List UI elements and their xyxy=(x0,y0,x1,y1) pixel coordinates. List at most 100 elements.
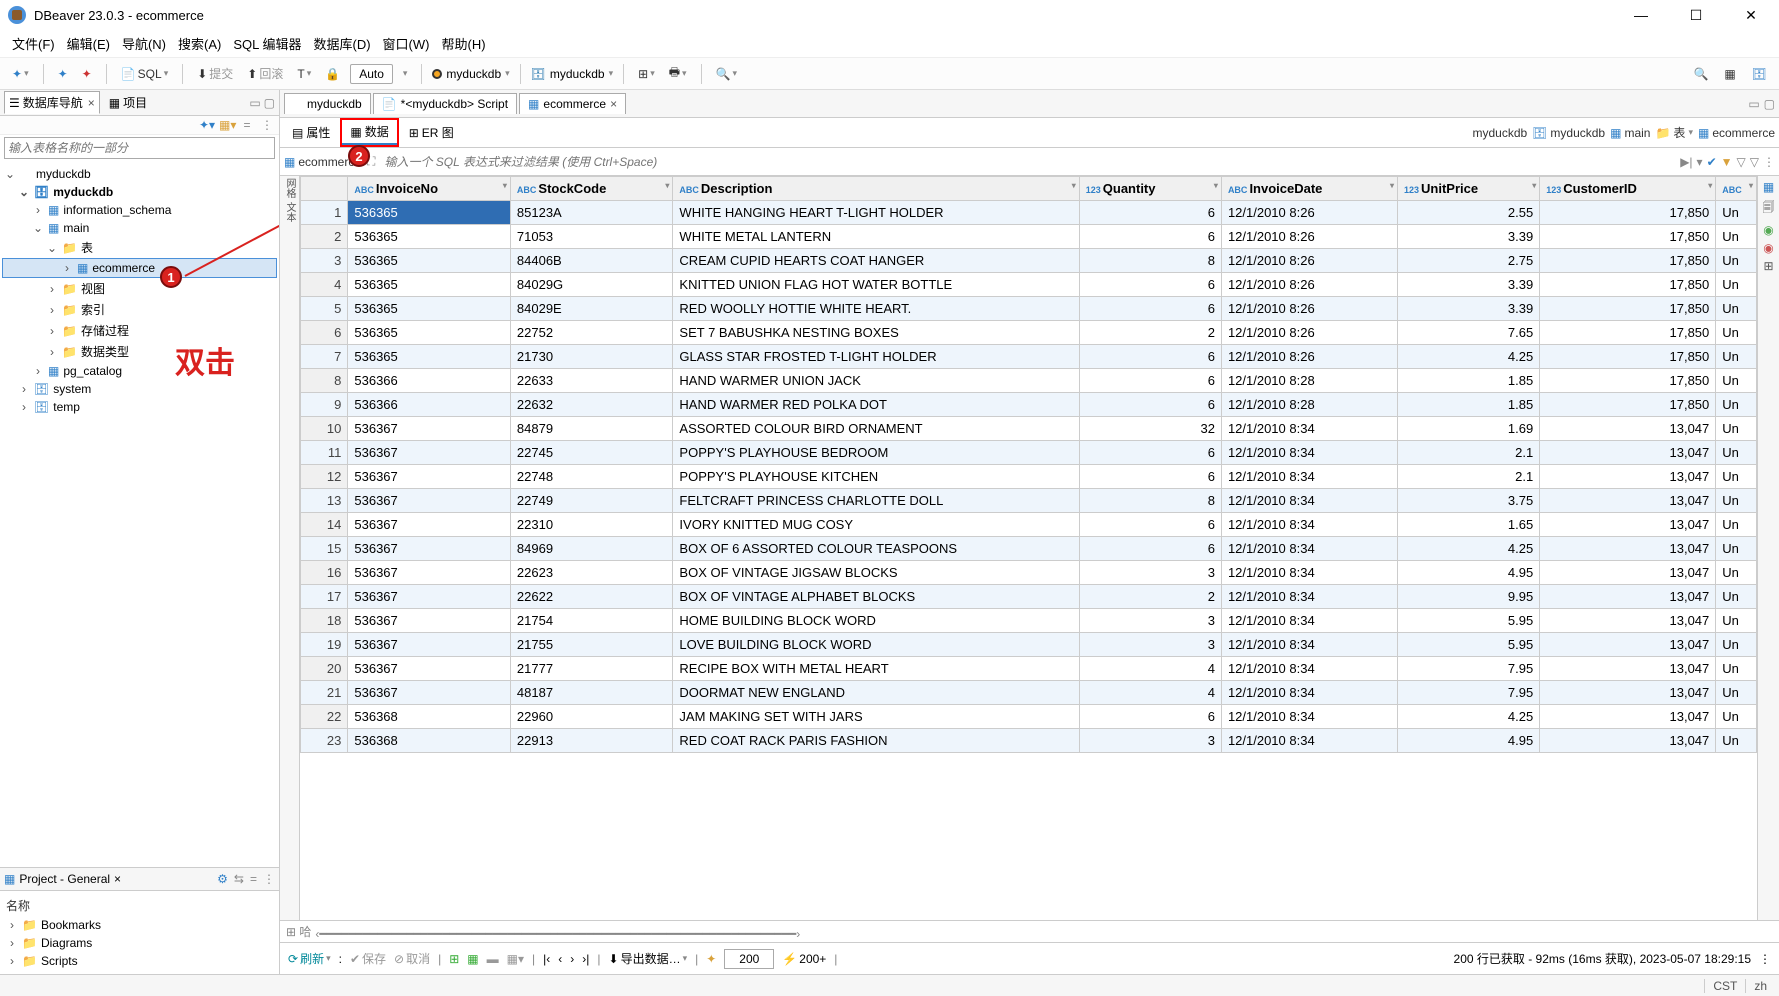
cell[interactable]: 1.69 xyxy=(1398,417,1540,441)
tree-node-temp[interactable]: ›🗄temp xyxy=(2,398,277,416)
cell[interactable]: 5.95 xyxy=(1398,609,1540,633)
row-number[interactable]: 22 xyxy=(301,705,348,729)
cell[interactable]: 21730 xyxy=(510,345,673,369)
row-number[interactable]: 17 xyxy=(301,585,348,609)
cell[interactable]: HAND WARMER RED POLKA DOT xyxy=(673,393,1079,417)
cell[interactable]: 21754 xyxy=(510,609,673,633)
cell[interactable]: 536366 xyxy=(348,393,511,417)
cell[interactable]: 2.1 xyxy=(1398,441,1540,465)
row-number[interactable]: 8 xyxy=(301,369,348,393)
column-header[interactable]: ABCStockCode▾ xyxy=(510,177,673,201)
cell[interactable]: 12/1/2010 8:34 xyxy=(1221,561,1397,585)
cell[interactable]: 85123A xyxy=(510,201,673,225)
table-row[interactable]: 1853636721754HOME BUILDING BLOCK WORD312… xyxy=(301,609,1757,633)
commit-mode-select[interactable]: Auto xyxy=(350,64,393,84)
subtab-properties[interactable]: ▤属性 xyxy=(284,121,338,144)
row-number[interactable]: 9 xyxy=(301,393,348,417)
cell[interactable]: 13,047 xyxy=(1540,465,1716,489)
cell[interactable]: 536367 xyxy=(348,489,511,513)
fetch-size-button[interactable]: ⚡200+ xyxy=(782,952,826,966)
cell[interactable]: Un xyxy=(1716,393,1757,417)
cell[interactable]: 536367 xyxy=(348,633,511,657)
table-row[interactable]: 453636584029GKNITTED UNION FLAG HOT WATE… xyxy=(301,273,1757,297)
cell[interactable]: Un xyxy=(1716,513,1757,537)
cell[interactable]: 17,850 xyxy=(1540,201,1716,225)
filter-clear-icon[interactable]: ▽ xyxy=(1750,155,1759,169)
connect-button[interactable]: ✦ xyxy=(54,65,72,83)
table-row[interactable]: 2253636822960JAM MAKING SET WITH JARS612… xyxy=(301,705,1757,729)
cell[interactable]: 22310 xyxy=(510,513,673,537)
cell[interactable]: RED WOOLLY HOTTIE WHITE HEART. xyxy=(673,297,1079,321)
cell[interactable]: 5.95 xyxy=(1398,633,1540,657)
cell[interactable]: POPPY'S PLAYHOUSE BEDROOM xyxy=(673,441,1079,465)
nav-refresh-icon[interactable]: ✦▾ xyxy=(199,118,215,132)
maximize-view-icon[interactable]: ▢ xyxy=(264,96,275,110)
cell[interactable]: 13,047 xyxy=(1540,609,1716,633)
menu-search[interactable]: 搜索(A) xyxy=(174,32,225,55)
cell[interactable]: 12/1/2010 8:34 xyxy=(1221,729,1397,753)
database-selector[interactable]: 🗄myduckdb xyxy=(531,67,613,81)
cell[interactable]: 12/1/2010 8:26 xyxy=(1221,273,1397,297)
sql-filter-input[interactable] xyxy=(381,152,1674,172)
cell[interactable]: 13,047 xyxy=(1540,585,1716,609)
tree-node-connection[interactable]: ⌄myduckdb xyxy=(2,165,277,183)
column-header[interactable]: 123Quantity▾ xyxy=(1079,177,1221,201)
table-row[interactable]: 853636622633HAND WARMER UNION JACK612/1/… xyxy=(301,369,1757,393)
cell[interactable]: 536367 xyxy=(348,537,511,561)
cell[interactable]: 13,047 xyxy=(1540,489,1716,513)
row-number[interactable]: 11 xyxy=(301,441,348,465)
crumb-connection[interactable]: myduckdb xyxy=(1459,126,1527,140)
first-page-button[interactable]: |‹ xyxy=(543,952,550,966)
close-icon[interactable]: × xyxy=(610,97,617,111)
cell[interactable]: 6 xyxy=(1079,465,1221,489)
cell[interactable]: 12/1/2010 8:34 xyxy=(1221,513,1397,537)
cell[interactable]: 12/1/2010 8:26 xyxy=(1221,225,1397,249)
cell[interactable]: 12/1/2010 8:34 xyxy=(1221,537,1397,561)
cell[interactable]: 17,850 xyxy=(1540,273,1716,297)
project-item-bookmarks[interactable]: ›📁Bookmarks xyxy=(4,916,275,934)
row-number[interactable]: 14 xyxy=(301,513,348,537)
minimize-view-icon[interactable]: ▭ xyxy=(249,96,260,110)
cell[interactable]: 22960 xyxy=(510,705,673,729)
table-row[interactable]: 353636584406BCREAM CUPID HEARTS COAT HAN… xyxy=(301,249,1757,273)
export-button[interactable]: ⬇导出数据… xyxy=(609,950,688,967)
cell[interactable]: 536365 xyxy=(348,249,511,273)
table-row[interactable]: 1153636722745POPPY'S PLAYHOUSE BEDROOM61… xyxy=(301,441,1757,465)
ref-panel-icon[interactable]: ◉ xyxy=(1763,241,1773,255)
cell[interactable]: 9.95 xyxy=(1398,585,1540,609)
cell[interactable]: 22633 xyxy=(510,369,673,393)
cell[interactable]: 17,850 xyxy=(1540,345,1716,369)
cell[interactable]: GLASS STAR FROSTED T-LIGHT HOLDER xyxy=(673,345,1079,369)
cell[interactable]: Un xyxy=(1716,249,1757,273)
cell[interactable]: JAM MAKING SET WITH JARS xyxy=(673,705,1079,729)
filter-color-icon[interactable]: ▼ xyxy=(1721,155,1733,169)
cell[interactable]: 536367 xyxy=(348,417,511,441)
prev-page-button[interactable]: ‹ xyxy=(558,952,562,966)
rollback-button[interactable]: ⬆回滚 xyxy=(243,63,287,84)
cell[interactable]: Un xyxy=(1716,417,1757,441)
table-row[interactable]: 2153636748187DOORMAT NEW ENGLAND412/1/20… xyxy=(301,681,1757,705)
cell[interactable]: 12/1/2010 8:28 xyxy=(1221,393,1397,417)
sql-editor-button[interactable]: 📄SQL xyxy=(117,65,173,83)
schema-button[interactable]: ⊞ xyxy=(634,65,659,83)
menu-sql-editor[interactable]: SQL 编辑器 xyxy=(229,32,305,55)
cell[interactable]: 17,850 xyxy=(1540,369,1716,393)
cell[interactable]: Un xyxy=(1716,321,1757,345)
nav-menu-icon[interactable]: ⋮ xyxy=(259,118,275,132)
cell[interactable]: 12/1/2010 8:34 xyxy=(1221,609,1397,633)
cell[interactable]: 536367 xyxy=(348,465,511,489)
cell[interactable]: 536365 xyxy=(348,297,511,321)
cell[interactable]: 6 xyxy=(1079,201,1221,225)
cell[interactable]: 2 xyxy=(1079,321,1221,345)
cell[interactable]: 22623 xyxy=(510,561,673,585)
cell[interactable]: 6 xyxy=(1079,273,1221,297)
filter-apply-icon[interactable]: ▶| xyxy=(1680,155,1692,169)
cell[interactable]: 84406B xyxy=(510,249,673,273)
close-icon[interactable]: × xyxy=(114,872,121,886)
cell[interactable]: 12/1/2010 8:26 xyxy=(1221,297,1397,321)
cell[interactable]: 2 xyxy=(1079,585,1221,609)
h-scrollbar[interactable]: ‹━━━━━━━━━━━━━━━━━━━━━━━━━━━━━━━━━━━━━━━… xyxy=(315,927,1773,937)
tree-node-ecommerce[interactable]: ›▦ecommerce xyxy=(3,259,276,277)
menu-help[interactable]: 帮助(H) xyxy=(437,32,489,55)
tx-button[interactable]: T xyxy=(293,65,315,83)
